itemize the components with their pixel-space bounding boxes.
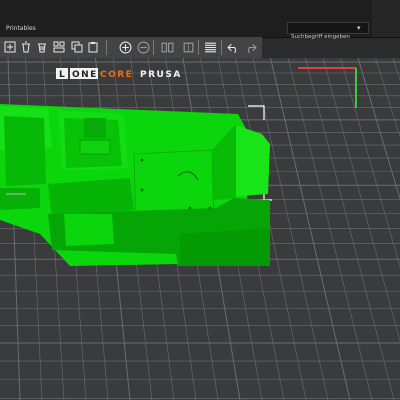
model-base-face — [180, 228, 270, 266]
toolbar-separator — [106, 40, 107, 55]
remove-instance-icon[interactable] — [136, 40, 150, 54]
copy-icon[interactable] — [70, 40, 84, 54]
split-parts-icon[interactable] — [181, 40, 195, 54]
model-hole — [188, 206, 192, 210]
print-bed-scene[interactable]: L ONE CORE PRUSA — [0, 58, 400, 400]
undo-icon[interactable] — [226, 40, 240, 54]
model-window — [79, 139, 111, 155]
paste-icon[interactable] — [86, 40, 100, 54]
add-instance-icon[interactable] — [118, 40, 132, 54]
split-objects-icon[interactable] — [160, 40, 174, 54]
logo-core: CORE — [100, 70, 133, 80]
add-icon[interactable] — [3, 40, 17, 54]
variable-layer-height-icon[interactable] — [203, 40, 217, 54]
tab-printables[interactable]: Printables — [6, 25, 36, 32]
logo-prusa: PRUSA — [140, 70, 182, 80]
toolbar-separator — [198, 40, 199, 55]
redo-icon[interactable] — [243, 40, 257, 54]
bed-logo: L ONE CORE PRUSA — [56, 68, 182, 80]
model-hole — [140, 158, 144, 162]
delete-all-icon[interactable] — [35, 40, 49, 54]
model-hole — [208, 206, 212, 210]
model-cutout — [64, 214, 114, 246]
toolbar-separator — [221, 40, 222, 55]
model-pocket — [4, 116, 46, 186]
logo-one: ONE — [72, 70, 98, 80]
top-bar: Printables ▾ — [0, 0, 400, 42]
logo-l: L — [59, 70, 66, 80]
search-input[interactable] — [288, 32, 368, 42]
model-window — [84, 118, 106, 138]
chevron-down-icon[interactable]: ▾ — [357, 24, 361, 32]
arrange-icon[interactable] — [52, 40, 66, 54]
3d-viewport[interactable]: L ONE CORE PRUSA — [0, 58, 400, 400]
sidebar-panel — [372, 0, 400, 37]
delete-icon[interactable] — [19, 40, 33, 54]
model-hole — [140, 188, 144, 192]
model-cutout — [0, 188, 40, 210]
toolbar-separator — [153, 40, 154, 55]
